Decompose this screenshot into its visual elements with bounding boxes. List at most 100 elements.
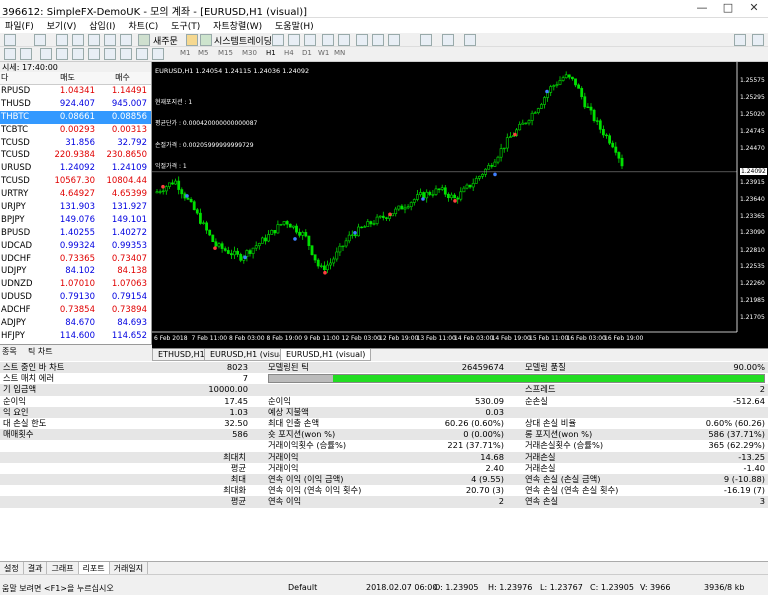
tab-symbols[interactable]: 종목 <box>2 346 17 357</box>
periods-icon[interactable] <box>442 34 454 46</box>
modeling-quality-bar <box>268 374 765 383</box>
profiles-icon[interactable] <box>34 34 46 46</box>
candle-body <box>524 122 528 125</box>
navigator-icon[interactable] <box>88 34 100 46</box>
market-watch-row[interactable]: TCUSD 220.9384 230.8650 <box>0 149 151 162</box>
market-watch-row[interactable]: BPUSD 1.40255 1.40272 <box>0 227 151 240</box>
market-watch-row[interactable]: UDNZD 1.07010 1.07063 <box>0 278 151 291</box>
report-row: 순이익 17.45 순이익 530.09 순손실 -512.64 <box>0 396 768 407</box>
market-watch-row[interactable]: TCUSD 10567.30 10804.44 <box>0 175 151 188</box>
market-watch-header: 시세: 17:40:00 <box>0 62 151 72</box>
timeframe-h4[interactable]: H4 <box>284 49 294 57</box>
minimize-button[interactable]: — <box>690 1 714 17</box>
candle-body <box>295 225 298 233</box>
new-chart-icon[interactable] <box>4 34 16 46</box>
market-watch-row[interactable]: UDUSD 0.79130 0.79154 <box>0 291 151 304</box>
data-window-icon[interactable] <box>72 34 84 46</box>
bar-chart-icon[interactable] <box>272 34 284 46</box>
zoom-in-icon[interactable] <box>322 34 334 46</box>
report-value: 586 <box>232 429 248 440</box>
timeframe-mn[interactable]: MN <box>334 49 345 57</box>
timeframe-d1[interactable]: D1 <box>302 49 312 57</box>
report-value: -1.40 <box>743 462 765 473</box>
market-watch-row[interactable]: UDCHF 0.73365 0.73407 <box>0 253 151 266</box>
tab-tick-chart[interactable]: 틱 차트 <box>28 346 53 357</box>
indicators-icon[interactable] <box>420 34 432 46</box>
label-icon[interactable] <box>136 48 148 60</box>
market-watch-row[interactable]: UDCAD 0.99324 0.99353 <box>0 240 151 253</box>
candle-body <box>605 134 608 137</box>
auto-trading-button[interactable]: 시스템트레이딩 <box>214 34 272 47</box>
chart-tab-ethusd[interactable]: ETHUSD,H1 <box>152 349 211 361</box>
menu-tools[interactable]: 도구(T) <box>166 18 205 33</box>
price-chart[interactable]: EURUSD,H1 1.24054 1.24115 1.24036 1.2409… <box>152 62 768 348</box>
text-icon[interactable] <box>120 48 132 60</box>
menu-help[interactable]: 도움말(H) <box>270 18 319 33</box>
search-icon[interactable] <box>734 34 746 46</box>
column-ask[interactable]: 매수 <box>98 72 150 84</box>
vertical-line-icon[interactable] <box>40 48 52 60</box>
market-watch-row[interactable]: HFJPY 114.600 114.652 <box>0 330 151 343</box>
trendline-icon[interactable] <box>72 48 84 60</box>
meta-editor-icon[interactable] <box>186 34 198 46</box>
market-watch-row[interactable]: THBTC 0.08661 0.08856 <box>0 110 151 124</box>
horizontal-line-icon[interactable] <box>56 48 68 60</box>
timeframe-h1[interactable]: H1 <box>266 49 276 57</box>
market-watch-row[interactable]: UDJPY 84.102 84.138 <box>0 265 151 278</box>
timeframe-w1[interactable]: W1 <box>318 49 329 57</box>
timeframe-m15[interactable]: M15 <box>218 49 233 57</box>
terminal-icon[interactable] <box>104 34 116 46</box>
timeframe-m30[interactable]: M30 <box>242 49 257 57</box>
market-watch-row[interactable]: TCUSD 31.856 32.792 <box>0 137 151 150</box>
market-watch-row[interactable]: BPJPY 149.076 149.101 <box>0 214 151 227</box>
menu-insert[interactable]: 삽입(I) <box>84 18 120 33</box>
candle-body <box>564 74 568 79</box>
new-order-icon[interactable] <box>138 34 150 46</box>
report-label: 스프레드 <box>525 384 556 395</box>
fibonacci-icon[interactable] <box>104 48 116 60</box>
candle-body <box>378 215 382 218</box>
tile-windows-icon[interactable] <box>356 34 368 46</box>
trade-marker <box>323 270 327 275</box>
zoom-out-icon[interactable] <box>338 34 350 46</box>
timeframe-m1[interactable]: M1 <box>180 49 191 57</box>
candle-body <box>570 76 574 80</box>
chat-icon[interactable] <box>752 34 764 46</box>
market-watch-icon[interactable] <box>56 34 68 46</box>
market-watch-row[interactable]: TCBTC 0.00293 0.00313 <box>0 124 151 137</box>
column-symbol[interactable]: 다 <box>0 72 40 84</box>
line-chart-icon[interactable] <box>304 34 316 46</box>
market-watch-row[interactable]: URUSD 1.24092 1.24109 <box>0 162 151 175</box>
menu-view[interactable]: 보기(V) <box>42 18 82 33</box>
channel-icon[interactable] <box>88 48 100 60</box>
column-bid[interactable]: 매도 <box>40 72 98 84</box>
status-datetime: 2018.02.07 06:00 <box>366 583 438 592</box>
tester-icon[interactable] <box>120 34 132 46</box>
maximize-button[interactable]: □ <box>716 1 740 17</box>
bid-cell: 84.102 <box>65 266 95 277</box>
menu-charts[interactable]: 차트(C) <box>123 18 163 33</box>
market-watch-row[interactable]: RPUSD 1.04341 1.14491 <box>0 85 151 98</box>
market-watch-row[interactable]: URJPY 131.903 131.927 <box>0 201 151 214</box>
report-label: 거래손실 <box>525 451 556 462</box>
new-order-button[interactable]: 새주문 <box>153 34 178 47</box>
arrows-icon[interactable] <box>152 48 164 60</box>
cursor-icon[interactable] <box>4 48 16 60</box>
templates-icon[interactable] <box>464 34 476 46</box>
report-label: 스트 매치 에러 <box>3 373 55 384</box>
market-watch-row[interactable]: ADCHF 0.73854 0.73894 <box>0 304 151 317</box>
auto-trading-icon[interactable] <box>200 34 212 46</box>
crosshair-icon[interactable] <box>20 48 32 60</box>
market-watch-row[interactable]: URTRY 4.64927 4.65399 <box>0 188 151 201</box>
market-watch-row[interactable]: THUSD 924.407 945.007 <box>0 98 151 111</box>
market-watch-row[interactable]: ADJPY 84.670 84.693 <box>0 317 151 330</box>
chart-tab-eurusd-visual-2[interactable]: EURUSD,H1 (visual) <box>280 349 372 361</box>
auto-scroll-icon[interactable] <box>372 34 384 46</box>
ask-cell: 0.73407 <box>111 253 147 264</box>
menu-window[interactable]: 자트창렬(W) <box>208 18 267 33</box>
timeframe-m5[interactable]: M5 <box>198 49 209 57</box>
candlestick-icon[interactable] <box>288 34 300 46</box>
chart-shift-icon[interactable] <box>388 34 400 46</box>
menu-file[interactable]: 파일(F) <box>0 18 39 33</box>
close-button[interactable]: ✕ <box>742 1 766 17</box>
